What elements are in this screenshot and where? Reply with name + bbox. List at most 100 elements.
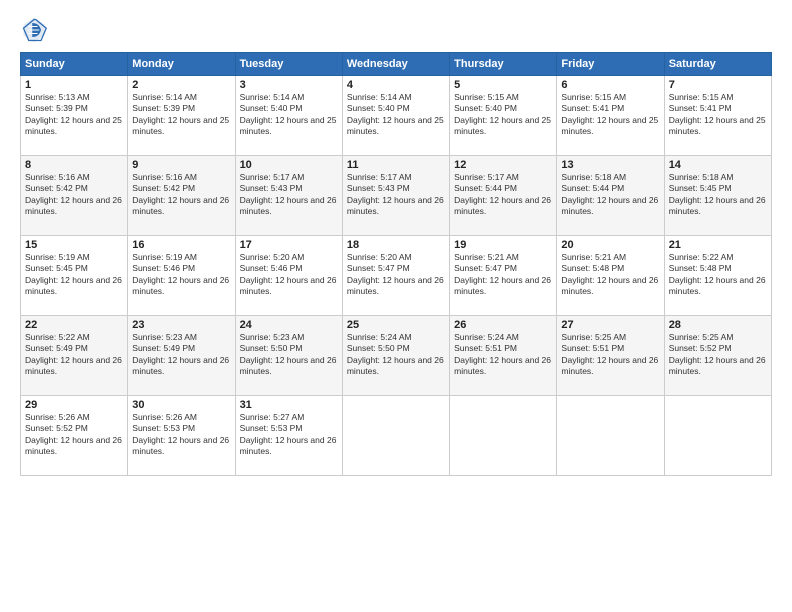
logo-icon	[20, 16, 48, 44]
day-number: 30	[132, 399, 230, 411]
day-info: Sunrise: 5:22 AM Sunset: 5:49 PM Dayligh…	[25, 332, 123, 378]
day-number: 11	[347, 159, 445, 171]
calendar-day-cell: 25 Sunrise: 5:24 AM Sunset: 5:50 PM Dayl…	[342, 316, 449, 396]
weekday-header-thursday: Thursday	[450, 53, 557, 76]
calendar-day-cell: 1 Sunrise: 5:13 AM Sunset: 5:39 PM Dayli…	[21, 76, 128, 156]
header	[20, 16, 772, 44]
day-number: 14	[669, 159, 767, 171]
calendar-week-row: 1 Sunrise: 5:13 AM Sunset: 5:39 PM Dayli…	[21, 76, 772, 156]
calendar-day-cell	[450, 396, 557, 476]
calendar-day-cell: 11 Sunrise: 5:17 AM Sunset: 5:43 PM Dayl…	[342, 156, 449, 236]
calendar-day-cell: 16 Sunrise: 5:19 AM Sunset: 5:46 PM Dayl…	[128, 236, 235, 316]
calendar-day-cell: 23 Sunrise: 5:23 AM Sunset: 5:49 PM Dayl…	[128, 316, 235, 396]
calendar-day-cell: 4 Sunrise: 5:14 AM Sunset: 5:40 PM Dayli…	[342, 76, 449, 156]
calendar-day-cell: 28 Sunrise: 5:25 AM Sunset: 5:52 PM Dayl…	[664, 316, 771, 396]
day-info: Sunrise: 5:17 AM Sunset: 5:43 PM Dayligh…	[347, 172, 445, 218]
calendar-day-cell: 26 Sunrise: 5:24 AM Sunset: 5:51 PM Dayl…	[450, 316, 557, 396]
calendar-day-cell: 5 Sunrise: 5:15 AM Sunset: 5:40 PM Dayli…	[450, 76, 557, 156]
calendar-day-cell: 8 Sunrise: 5:16 AM Sunset: 5:42 PM Dayli…	[21, 156, 128, 236]
day-info: Sunrise: 5:17 AM Sunset: 5:43 PM Dayligh…	[240, 172, 338, 218]
day-number: 6	[561, 79, 659, 91]
day-number: 22	[25, 319, 123, 331]
day-info: Sunrise: 5:21 AM Sunset: 5:47 PM Dayligh…	[454, 252, 552, 298]
calendar-day-cell: 21 Sunrise: 5:22 AM Sunset: 5:48 PM Dayl…	[664, 236, 771, 316]
day-number: 18	[347, 239, 445, 251]
weekday-header-saturday: Saturday	[664, 53, 771, 76]
calendar-day-cell: 9 Sunrise: 5:16 AM Sunset: 5:42 PM Dayli…	[128, 156, 235, 236]
day-info: Sunrise: 5:15 AM Sunset: 5:41 PM Dayligh…	[561, 92, 659, 138]
day-number: 21	[669, 239, 767, 251]
calendar-day-cell	[664, 396, 771, 476]
day-number: 10	[240, 159, 338, 171]
weekday-header-wednesday: Wednesday	[342, 53, 449, 76]
day-number: 24	[240, 319, 338, 331]
day-info: Sunrise: 5:24 AM Sunset: 5:50 PM Dayligh…	[347, 332, 445, 378]
day-number: 13	[561, 159, 659, 171]
calendar-day-cell: 13 Sunrise: 5:18 AM Sunset: 5:44 PM Dayl…	[557, 156, 664, 236]
day-info: Sunrise: 5:17 AM Sunset: 5:44 PM Dayligh…	[454, 172, 552, 218]
day-info: Sunrise: 5:26 AM Sunset: 5:53 PM Dayligh…	[132, 412, 230, 458]
day-info: Sunrise: 5:18 AM Sunset: 5:44 PM Dayligh…	[561, 172, 659, 218]
day-info: Sunrise: 5:21 AM Sunset: 5:48 PM Dayligh…	[561, 252, 659, 298]
day-info: Sunrise: 5:15 AM Sunset: 5:40 PM Dayligh…	[454, 92, 552, 138]
weekday-header-friday: Friday	[557, 53, 664, 76]
day-info: Sunrise: 5:13 AM Sunset: 5:39 PM Dayligh…	[25, 92, 123, 138]
calendar-day-cell: 15 Sunrise: 5:19 AM Sunset: 5:45 PM Dayl…	[21, 236, 128, 316]
day-number: 8	[25, 159, 123, 171]
day-number: 27	[561, 319, 659, 331]
day-number: 2	[132, 79, 230, 91]
calendar-day-cell: 2 Sunrise: 5:14 AM Sunset: 5:39 PM Dayli…	[128, 76, 235, 156]
calendar-day-cell	[557, 396, 664, 476]
calendar-day-cell	[342, 396, 449, 476]
day-number: 7	[669, 79, 767, 91]
calendar-week-row: 22 Sunrise: 5:22 AM Sunset: 5:49 PM Dayl…	[21, 316, 772, 396]
day-number: 1	[25, 79, 123, 91]
day-info: Sunrise: 5:14 AM Sunset: 5:40 PM Dayligh…	[347, 92, 445, 138]
page: SundayMondayTuesdayWednesdayThursdayFrid…	[0, 0, 792, 612]
day-number: 15	[25, 239, 123, 251]
calendar-day-cell: 31 Sunrise: 5:27 AM Sunset: 5:53 PM Dayl…	[235, 396, 342, 476]
day-number: 5	[454, 79, 552, 91]
calendar-day-cell: 18 Sunrise: 5:20 AM Sunset: 5:47 PM Dayl…	[342, 236, 449, 316]
day-number: 20	[561, 239, 659, 251]
day-number: 4	[347, 79, 445, 91]
calendar-table: SundayMondayTuesdayWednesdayThursdayFrid…	[20, 52, 772, 476]
day-info: Sunrise: 5:20 AM Sunset: 5:46 PM Dayligh…	[240, 252, 338, 298]
calendar-day-cell: 7 Sunrise: 5:15 AM Sunset: 5:41 PM Dayli…	[664, 76, 771, 156]
day-info: Sunrise: 5:20 AM Sunset: 5:47 PM Dayligh…	[347, 252, 445, 298]
weekday-header-monday: Monday	[128, 53, 235, 76]
day-info: Sunrise: 5:22 AM Sunset: 5:48 PM Dayligh…	[669, 252, 767, 298]
day-number: 16	[132, 239, 230, 251]
day-number: 12	[454, 159, 552, 171]
calendar-day-cell: 30 Sunrise: 5:26 AM Sunset: 5:53 PM Dayl…	[128, 396, 235, 476]
day-info: Sunrise: 5:16 AM Sunset: 5:42 PM Dayligh…	[132, 172, 230, 218]
calendar-day-cell: 14 Sunrise: 5:18 AM Sunset: 5:45 PM Dayl…	[664, 156, 771, 236]
calendar-day-cell: 27 Sunrise: 5:25 AM Sunset: 5:51 PM Dayl…	[557, 316, 664, 396]
day-info: Sunrise: 5:23 AM Sunset: 5:50 PM Dayligh…	[240, 332, 338, 378]
day-number: 26	[454, 319, 552, 331]
calendar-day-cell: 6 Sunrise: 5:15 AM Sunset: 5:41 PM Dayli…	[557, 76, 664, 156]
day-info: Sunrise: 5:14 AM Sunset: 5:39 PM Dayligh…	[132, 92, 230, 138]
day-info: Sunrise: 5:23 AM Sunset: 5:49 PM Dayligh…	[132, 332, 230, 378]
day-number: 25	[347, 319, 445, 331]
calendar-day-cell: 10 Sunrise: 5:17 AM Sunset: 5:43 PM Dayl…	[235, 156, 342, 236]
day-info: Sunrise: 5:26 AM Sunset: 5:52 PM Dayligh…	[25, 412, 123, 458]
day-info: Sunrise: 5:16 AM Sunset: 5:42 PM Dayligh…	[25, 172, 123, 218]
day-info: Sunrise: 5:15 AM Sunset: 5:41 PM Dayligh…	[669, 92, 767, 138]
calendar-week-row: 8 Sunrise: 5:16 AM Sunset: 5:42 PM Dayli…	[21, 156, 772, 236]
calendar-day-cell: 20 Sunrise: 5:21 AM Sunset: 5:48 PM Dayl…	[557, 236, 664, 316]
calendar-day-cell: 19 Sunrise: 5:21 AM Sunset: 5:47 PM Dayl…	[450, 236, 557, 316]
day-info: Sunrise: 5:14 AM Sunset: 5:40 PM Dayligh…	[240, 92, 338, 138]
day-number: 28	[669, 319, 767, 331]
day-info: Sunrise: 5:18 AM Sunset: 5:45 PM Dayligh…	[669, 172, 767, 218]
calendar-day-cell: 17 Sunrise: 5:20 AM Sunset: 5:46 PM Dayl…	[235, 236, 342, 316]
day-info: Sunrise: 5:25 AM Sunset: 5:52 PM Dayligh…	[669, 332, 767, 378]
day-number: 3	[240, 79, 338, 91]
calendar-day-cell: 22 Sunrise: 5:22 AM Sunset: 5:49 PM Dayl…	[21, 316, 128, 396]
calendar-day-cell: 12 Sunrise: 5:17 AM Sunset: 5:44 PM Dayl…	[450, 156, 557, 236]
calendar-week-row: 15 Sunrise: 5:19 AM Sunset: 5:45 PM Dayl…	[21, 236, 772, 316]
day-info: Sunrise: 5:19 AM Sunset: 5:46 PM Dayligh…	[132, 252, 230, 298]
day-info: Sunrise: 5:19 AM Sunset: 5:45 PM Dayligh…	[25, 252, 123, 298]
calendar-day-cell: 3 Sunrise: 5:14 AM Sunset: 5:40 PM Dayli…	[235, 76, 342, 156]
day-number: 29	[25, 399, 123, 411]
